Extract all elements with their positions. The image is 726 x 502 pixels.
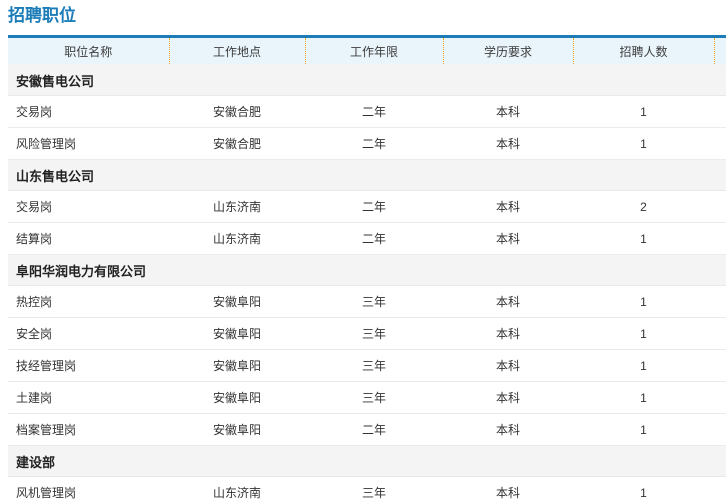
jobs-table: 职位名称 工作地点 工作年限 学历要求 招聘人数 安徽售电公司 交易岗 安徽合肥 二年… <box>8 35 726 502</box>
cell-education: 本科 <box>443 127 573 160</box>
cell-headcount: 1 <box>573 413 714 446</box>
page-title: 招聘职位 <box>8 6 76 25</box>
cell-position: 交易岗 <box>8 190 169 223</box>
table-body: 安徽售电公司 交易岗 安徽合肥 二年 本科 1 风险管理岗 安徽合肥 二年 本科 1 山东售电公司 交易… <box>8 64 726 502</box>
cell-education: 本科 <box>443 95 573 128</box>
group-name: 建设部 <box>8 445 726 477</box>
column-header-location: 工作地点 <box>169 36 306 65</box>
cell-education: 本科 <box>443 476 573 502</box>
cell-education: 本科 <box>443 349 573 382</box>
cell-experience: 二年 <box>305 95 443 128</box>
column-header-position: 职位名称 <box>8 36 170 65</box>
cell-headcount: 1 <box>573 476 714 502</box>
cell-location: 安徽合肥 <box>169 95 305 128</box>
cell-headcount: 1 <box>573 285 714 318</box>
cell-position: 交易岗 <box>8 95 169 128</box>
column-header-experience: 工作年限 <box>305 36 444 65</box>
cell-location: 安徽阜阳 <box>169 381 305 414</box>
cell-headcount: 1 <box>573 95 714 128</box>
cell-location: 安徽合肥 <box>169 127 305 160</box>
cell-headcount: 2 <box>573 190 714 223</box>
row-stub <box>714 317 726 350</box>
cell-education: 本科 <box>443 413 573 446</box>
group-row: 山东售电公司 <box>8 159 726 191</box>
cell-location: 安徽阜阳 <box>169 413 305 446</box>
cell-position: 土建岗 <box>8 381 169 414</box>
table-row: 交易岗 安徽合肥 二年 本科 1 <box>8 95 726 128</box>
cell-experience: 二年 <box>305 413 443 446</box>
cell-location: 安徽阜阳 <box>169 349 305 382</box>
cell-location: 安徽阜阳 <box>169 317 305 350</box>
row-stub <box>714 95 726 128</box>
cell-education: 本科 <box>443 222 573 255</box>
row-stub <box>714 222 726 255</box>
table-row: 安全岗 安徽阜阳 三年 本科 1 <box>8 317 726 350</box>
cell-education: 本科 <box>443 317 573 350</box>
table-row: 技经管理岗 安徽阜阳 三年 本科 1 <box>8 349 726 382</box>
cell-location: 安徽阜阳 <box>169 285 305 318</box>
cell-experience: 三年 <box>305 381 443 414</box>
cell-headcount: 1 <box>573 317 714 350</box>
group-name: 阜阳华润电力有限公司 <box>8 254 726 286</box>
row-stub <box>714 476 726 502</box>
row-stub <box>714 349 726 382</box>
cell-experience: 二年 <box>305 190 443 223</box>
row-stub <box>714 127 726 160</box>
cell-experience: 三年 <box>305 285 443 318</box>
row-stub <box>714 285 726 318</box>
row-stub <box>714 413 726 446</box>
cell-location: 山东济南 <box>169 190 305 223</box>
cell-position: 结算岗 <box>8 222 169 255</box>
cell-headcount: 1 <box>573 381 714 414</box>
table-header: 职位名称 工作地点 工作年限 学历要求 招聘人数 <box>8 36 726 65</box>
cell-position: 风机管理岗 <box>8 476 169 502</box>
cell-education: 本科 <box>443 190 573 223</box>
table-row: 风险管理岗 安徽合肥 二年 本科 1 <box>8 127 726 160</box>
header-row: 职位名称 工作地点 工作年限 学历要求 招聘人数 <box>8 36 726 65</box>
group-row: 阜阳华润电力有限公司 <box>8 254 726 286</box>
column-header-education: 学历要求 <box>443 36 574 65</box>
cell-position: 安全岗 <box>8 317 169 350</box>
cell-position: 风险管理岗 <box>8 127 169 160</box>
cell-experience: 二年 <box>305 127 443 160</box>
cell-headcount: 1 <box>573 349 714 382</box>
group-row: 建设部 <box>8 445 726 477</box>
row-stub <box>714 381 726 414</box>
cell-experience: 三年 <box>305 349 443 382</box>
cell-position: 技经管理岗 <box>8 349 169 382</box>
cell-headcount: 1 <box>573 222 714 255</box>
group-row: 安徽售电公司 <box>8 64 726 96</box>
column-header-headcount: 招聘人数 <box>573 36 715 65</box>
cell-location: 山东济南 <box>169 476 305 502</box>
cell-education: 本科 <box>443 285 573 318</box>
cell-experience: 三年 <box>305 317 443 350</box>
table-row: 风机管理岗 山东济南 三年 本科 1 <box>8 476 726 502</box>
header-stub <box>714 36 726 65</box>
table-row: 土建岗 安徽阜阳 三年 本科 1 <box>8 381 726 414</box>
cell-headcount: 1 <box>573 127 714 160</box>
cell-position: 热控岗 <box>8 285 169 318</box>
cell-experience: 二年 <box>305 222 443 255</box>
cell-experience: 三年 <box>305 476 443 502</box>
table-row: 结算岗 山东济南 二年 本科 1 <box>8 222 726 255</box>
cell-position: 档案管理岗 <box>8 413 169 446</box>
group-name: 山东售电公司 <box>8 159 726 191</box>
group-name: 安徽售电公司 <box>8 64 726 96</box>
cell-location: 山东济南 <box>169 222 305 255</box>
table-row: 交易岗 山东济南 二年 本科 2 <box>8 190 726 223</box>
cell-education: 本科 <box>443 381 573 414</box>
table-row: 热控岗 安徽阜阳 三年 本科 1 <box>8 285 726 318</box>
row-stub <box>714 190 726 223</box>
table-row: 档案管理岗 安徽阜阳 二年 本科 1 <box>8 413 726 446</box>
